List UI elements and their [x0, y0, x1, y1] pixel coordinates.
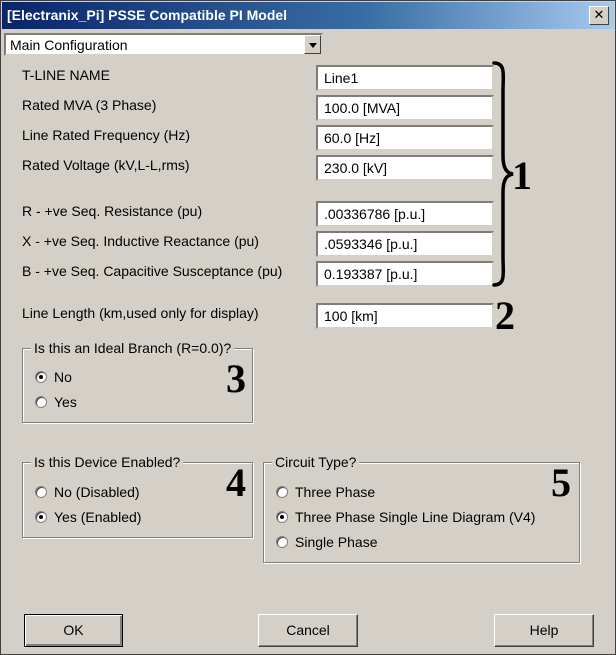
rated-voltage-label: Rated Voltage (kV,L-L,rms) — [22, 157, 190, 173]
rated-mva-input[interactable]: 100.0 [MVA] — [316, 95, 494, 121]
radio-checked-icon[interactable] — [35, 511, 47, 523]
window-title: [Electranix_Pi] PSSE Compatible PI Model — [7, 7, 288, 23]
close-button[interactable]: ✕ — [589, 6, 609, 25]
line-length-label: Line Length (km,used only for display) — [22, 305, 259, 321]
radio-unchecked-icon[interactable] — [276, 536, 288, 548]
radio-unchecked-icon[interactable] — [35, 486, 47, 498]
config-select-value: Main Configuration — [10, 37, 128, 53]
radio-checked-icon[interactable] — [276, 511, 288, 523]
radio-checked-icon[interactable] — [35, 371, 47, 383]
annotation-3: 3 — [226, 356, 246, 401]
circuit-single-phase-option[interactable]: Single Phase — [276, 534, 378, 550]
reactance-input[interactable]: .0593346 [p.u.] — [316, 231, 494, 257]
device-enabled-title: Is this Device Enabled? — [31, 454, 184, 470]
tline-name-label: T-LINE NAME — [22, 67, 110, 83]
ideal-branch-yes-label: Yes — [54, 394, 77, 410]
circuit-single-line-label: Three Phase Single Line Diagram (V4) — [295, 509, 536, 525]
annotation-4: 4 — [226, 460, 246, 505]
susceptance-input[interactable]: 0.193387 [p.u.] — [316, 261, 494, 287]
circuit-type-title: Circuit Type? — [272, 454, 360, 470]
annotation-1: 1 — [512, 153, 532, 198]
rated-frequency-input[interactable]: 60.0 [Hz] — [316, 125, 494, 151]
rated-frequency-label: Line Rated Frequency (Hz) — [22, 127, 191, 143]
close-icon: ✕ — [593, 8, 605, 23]
circuit-single-line-option[interactable]: Three Phase Single Line Diagram (V4) — [276, 509, 535, 525]
circuit-type-group: Circuit Type? Three Phase Three Phase Si… — [263, 454, 580, 563]
device-enabled-option[interactable]: Yes (Enabled) — [35, 509, 141, 525]
device-disabled-option[interactable]: No (Disabled) — [35, 484, 140, 500]
radio-unchecked-icon[interactable] — [276, 486, 288, 498]
cancel-button[interactable]: Cancel — [258, 614, 358, 647]
circuit-three-phase-label: Three Phase — [295, 484, 376, 500]
ideal-branch-title: Is this an Ideal Branch (R=0.0)? — [31, 340, 235, 356]
ideal-branch-no-label: No — [54, 369, 72, 385]
chevron-down-icon[interactable] — [304, 35, 321, 54]
tline-name-input[interactable]: Line1 — [316, 65, 494, 91]
device-enabled-group: Is this Device Enabled? No (Disabled) Ye… — [22, 454, 253, 538]
resistance-label: R - +ve Seq. Resistance (pu) — [22, 203, 203, 219]
ok-button[interactable]: OK — [24, 614, 123, 647]
susceptance-label: B - +ve Seq. Capacitive Susceptance (pu) — [22, 263, 283, 279]
annotation-2: 2 — [495, 293, 515, 338]
annotation-5: 5 — [551, 460, 571, 505]
title-bar: [Electranix_Pi] PSSE Compatible PI Model… — [2, 2, 614, 29]
reactance-label: X - +ve Seq. Inductive Reactance (pu) — [22, 233, 259, 249]
config-select[interactable]: Main Configuration — [4, 33, 323, 56]
device-disabled-label: No (Disabled) — [54, 484, 140, 500]
line-length-input[interactable]: 100 [km] — [316, 303, 494, 329]
rated-mva-label: Rated MVA (3 Phase) — [22, 97, 157, 113]
circuit-three-phase-option[interactable]: Three Phase — [276, 484, 375, 500]
rated-voltage-input[interactable]: 230.0 [kV] — [316, 155, 494, 181]
ideal-branch-no-option[interactable]: No — [35, 369, 72, 385]
resistance-input[interactable]: .00336786 [p.u.] — [316, 201, 494, 227]
circuit-single-phase-label: Single Phase — [295, 534, 378, 550]
ideal-branch-yes-option[interactable]: Yes — [35, 394, 77, 410]
dialog-window: [Electranix_Pi] PSSE Compatible PI Model… — [0, 0, 616, 655]
radio-unchecked-icon[interactable] — [35, 396, 47, 408]
ideal-branch-group: Is this an Ideal Branch (R=0.0)? No Yes … — [22, 340, 253, 423]
device-enabled-label: Yes (Enabled) — [54, 509, 142, 525]
help-button[interactable]: Help — [494, 614, 594, 647]
